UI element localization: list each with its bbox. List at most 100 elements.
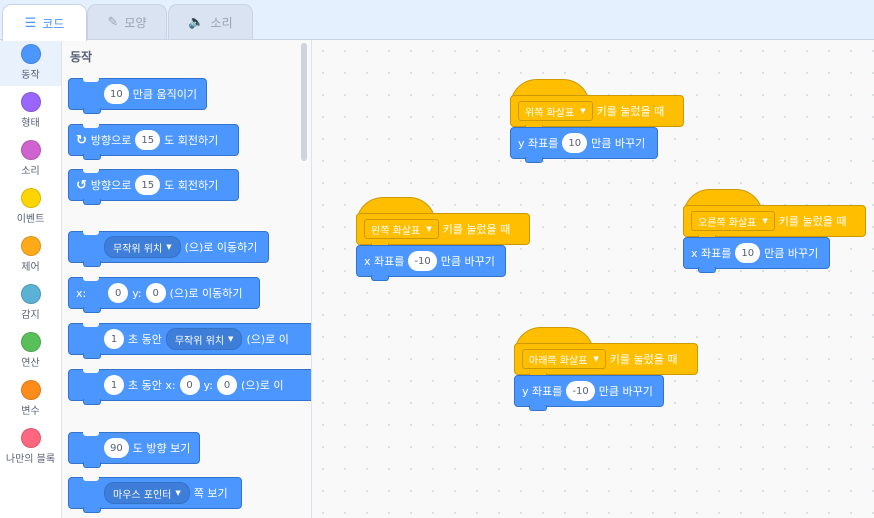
change-amount-input[interactable]: -10 xyxy=(408,251,437,271)
script-canvas[interactable]: 위쪽 화살표 ▼ 키를 눌렀을 때 y 좌표를 10 만큼 바꾸기 왼쪽 화살표… xyxy=(312,40,874,518)
change-y-block[interactable]: y 좌표를 10 만큼 바꾸기 xyxy=(510,127,658,163)
category-menu: 동작 형태 소리 이벤트 제어 감지 연산 변수 나만의 블록 xyxy=(0,40,62,518)
direction-input[interactable]: 90 xyxy=(104,438,129,458)
category-control-dot xyxy=(20,236,41,256)
tab-sounds[interactable]: 🔈 소리 xyxy=(168,4,253,40)
change-x-block[interactable]: x 좌표를 -10 만큼 바꾸기 xyxy=(356,245,506,281)
key-dropdown[interactable]: 아래쪽 화살표 ▼ xyxy=(522,349,606,369)
category-control[interactable]: 제어 xyxy=(0,232,61,278)
block-point-direction[interactable]: 90 도 방향 보기 xyxy=(68,432,200,468)
y-label: y: xyxy=(132,286,142,300)
change-x-block[interactable]: x 좌표를 10 만큼 바꾸기 xyxy=(683,237,830,273)
category-label: 형태 xyxy=(21,118,40,129)
code-icon: ☰ xyxy=(24,15,37,31)
block-notch xyxy=(83,369,99,373)
rotate-right-icon: ↻ xyxy=(76,132,87,148)
block-glide-random[interactable]: 1 초 동안 무작위 위치 ▼ (으)로 이 xyxy=(68,323,311,359)
chevron-down-icon: ▼ xyxy=(166,243,172,251)
palette-scrollbar[interactable] xyxy=(301,43,307,161)
block-tab xyxy=(698,267,716,273)
seconds-input[interactable]: 1 xyxy=(104,329,124,349)
towards-target-dropdown[interactable]: 마우스 포인터 ▼ xyxy=(104,482,190,504)
degrees-input[interactable]: 15 xyxy=(135,130,161,150)
category-sound-dot xyxy=(20,140,41,160)
x-label: x: xyxy=(76,286,87,300)
dropdown-value: 아래쪽 화살표 xyxy=(529,355,588,367)
block-text: 만큼 움직이기 xyxy=(132,88,197,101)
block-goto-xy[interactable]: x: 0 y: 0 (으)로 이동하기 xyxy=(68,277,260,313)
block-tab xyxy=(83,507,101,513)
when-key-pressed-block[interactable]: 위쪽 화살표 ▼ 키를 눌렀을 때 xyxy=(510,95,684,131)
category-sensing[interactable]: 감지 xyxy=(0,280,61,326)
category-variables[interactable]: 변수 xyxy=(0,376,61,422)
category-events-dot xyxy=(20,188,41,208)
y-input[interactable]: 0 xyxy=(145,283,166,303)
block-notch xyxy=(83,78,99,82)
dropdown-value: 마우스 포인터 xyxy=(113,489,172,501)
category-variables-dot xyxy=(20,380,41,400)
block-point-towards[interactable]: 마우스 포인터 ▼ 쪽 보기 xyxy=(68,477,242,513)
category-my-blocks[interactable]: 나만의 블록 xyxy=(0,424,61,470)
y-input[interactable]: 0 xyxy=(217,375,237,395)
tab-costumes[interactable]: ✎ 모양 xyxy=(87,4,167,40)
block-move-steps[interactable]: 10 만큼 움직이기 xyxy=(68,78,207,114)
tab-costumes-label: 모양 xyxy=(124,16,147,30)
category-motion[interactable]: 동작 xyxy=(0,40,61,86)
goto-target-dropdown[interactable]: 무작위 위치 ▼ xyxy=(104,236,181,258)
block-turn-right[interactable]: ↻ 방향으로 15 도 회전하기 xyxy=(68,124,239,160)
chevron-down-icon: ▼ xyxy=(762,217,768,225)
block-notch xyxy=(83,231,99,235)
block-text: 키를 눌렀을 때 xyxy=(778,215,847,228)
block-notch xyxy=(83,323,99,327)
x-input[interactable]: 0 xyxy=(179,375,200,395)
block-text: 만큼 바꾸기 xyxy=(440,255,495,268)
block-tab xyxy=(83,108,101,114)
category-sound[interactable]: 소리 xyxy=(0,136,61,182)
change-amount-input[interactable]: 10 xyxy=(562,133,588,153)
tab-sounds-label: 소리 xyxy=(210,16,233,30)
block-notch xyxy=(83,169,99,173)
palette-section-title: 동작 xyxy=(70,50,93,64)
block-text: 방향으로 xyxy=(90,179,132,192)
block-text: y 좌표를 xyxy=(518,137,559,150)
category-label: 소리 xyxy=(21,166,40,177)
x-input[interactable]: 0 xyxy=(108,283,129,303)
block-tab xyxy=(83,462,101,468)
glide-target-dropdown[interactable]: 무작위 위치 ▼ xyxy=(165,328,243,350)
category-motion-dot xyxy=(20,44,41,64)
editor-tab-bar: ☰ 코드 ✎ 모양 🔈 소리 xyxy=(0,0,874,41)
chevron-down-icon: ▼ xyxy=(175,489,181,497)
dropdown-value: 위쪽 화살표 xyxy=(525,107,575,119)
block-text: 만큼 바꾸기 xyxy=(764,247,819,260)
when-key-pressed-block[interactable]: 왼쪽 화살표 ▼ 키를 눌렀을 때 xyxy=(356,213,530,249)
speaker-icon: 🔈 xyxy=(188,15,205,30)
category-looks[interactable]: 형태 xyxy=(0,88,61,134)
category-label: 연산 xyxy=(21,358,40,369)
change-y-block[interactable]: y 좌표를 -10 만큼 바꾸기 xyxy=(514,375,664,411)
tab-code[interactable]: ☰ 코드 xyxy=(2,4,87,41)
block-text: 도 회전하기 xyxy=(164,134,219,147)
tab-code-label: 코드 xyxy=(42,16,65,31)
change-amount-input[interactable]: 10 xyxy=(735,243,761,263)
change-amount-input[interactable]: -10 xyxy=(566,381,595,401)
chevron-down-icon: ▼ xyxy=(580,107,586,115)
degrees-input[interactable]: 15 xyxy=(135,175,161,195)
category-operators[interactable]: 연산 xyxy=(0,328,61,374)
block-turn-left[interactable]: ↺ 방향으로 15 도 회전하기 xyxy=(68,169,239,205)
when-key-pressed-block[interactable]: 아래쪽 화살표 ▼ 키를 눌렀을 때 xyxy=(514,343,698,379)
block-text: x 좌표를 xyxy=(364,255,405,268)
dropdown-value: 무작위 위치 xyxy=(113,243,163,255)
chevron-down-icon: ▼ xyxy=(426,225,432,233)
category-label: 나만의 블록 xyxy=(5,454,56,465)
seconds-input[interactable]: 1 xyxy=(104,375,124,395)
block-notch xyxy=(83,477,99,481)
steps-input[interactable]: 10 xyxy=(104,84,129,104)
block-goto-random[interactable]: 무작위 위치 ▼ (으)로 이동하기 xyxy=(68,231,269,267)
category-events[interactable]: 이벤트 xyxy=(0,184,61,230)
key-dropdown[interactable]: 오른쪽 화살표 ▼ xyxy=(691,211,775,231)
key-dropdown[interactable]: 왼쪽 화살표 ▼ xyxy=(364,219,439,239)
block-glide-xy[interactable]: 1 초 동안 x: 0 y: 0 (으)로 이 xyxy=(68,369,311,405)
when-key-pressed-block[interactable]: 오른쪽 화살표 ▼ 키를 눌렀을 때 xyxy=(683,205,866,241)
key-dropdown[interactable]: 위쪽 화살표 ▼ xyxy=(518,101,593,121)
block-text: 만큼 바꾸기 xyxy=(591,137,646,150)
